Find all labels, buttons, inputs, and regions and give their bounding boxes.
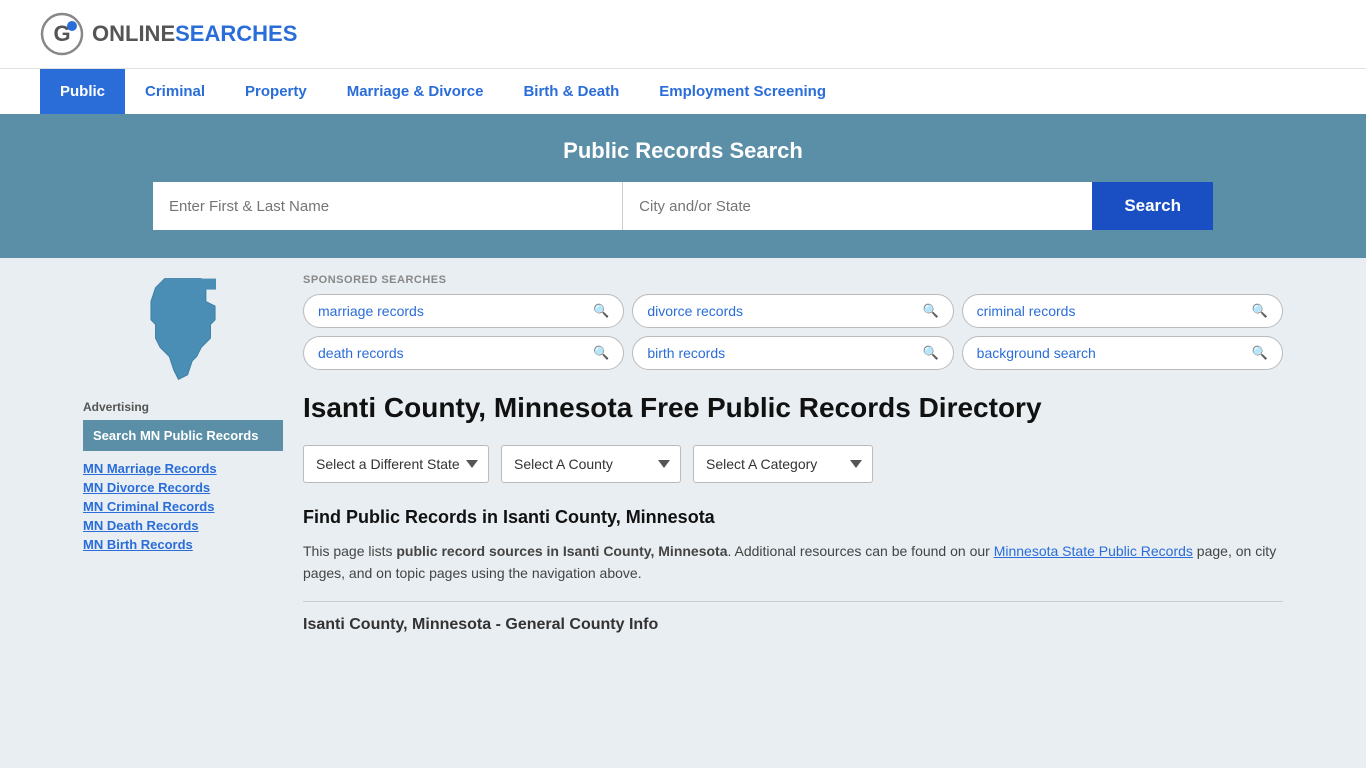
nav-item-property[interactable]: Property xyxy=(225,69,327,114)
state-dropdown[interactable]: Select a Different State xyxy=(303,445,489,483)
state-shape-container xyxy=(83,274,283,384)
sidebar-link-2[interactable]: MN Criminal Records xyxy=(83,499,283,514)
category-dropdown[interactable]: Select A Category xyxy=(693,445,873,483)
section-sub-heading: Isanti County, Minnesota - General Count… xyxy=(303,616,1283,634)
search-icon-1: 🔍 xyxy=(922,303,938,319)
logo-icon: G xyxy=(40,12,84,56)
location-input[interactable] xyxy=(623,182,1092,230)
desc-link[interactable]: Minnesota State Public Records xyxy=(994,543,1193,559)
pill-birth-records[interactable]: birth records 🔍 xyxy=(632,336,953,370)
pill-label-4: birth records xyxy=(647,345,725,361)
name-input[interactable] xyxy=(153,182,623,230)
find-heading: Find Public Records in Isanti County, Mi… xyxy=(303,507,1283,528)
sponsored-label: SPONSORED SEARCHES xyxy=(303,274,1283,286)
minnesota-shape xyxy=(133,274,233,384)
main-layout: Advertising Search MN Public Records MN … xyxy=(63,258,1303,650)
page-heading: Isanti County, Minnesota Free Public Rec… xyxy=(303,390,1283,425)
search-icon-2: 🔍 xyxy=(1252,303,1268,319)
search-icon-0: 🔍 xyxy=(593,303,609,319)
nav-item-birth-death[interactable]: Birth & Death xyxy=(503,69,639,114)
pill-criminal-records[interactable]: criminal records 🔍 xyxy=(962,294,1283,328)
sidebar-link-1[interactable]: MN Divorce Records xyxy=(83,480,283,495)
main-nav: Public Criminal Property Marriage & Divo… xyxy=(0,68,1366,114)
advertising-label: Advertising xyxy=(83,400,283,414)
pill-background-search[interactable]: background search 🔍 xyxy=(962,336,1283,370)
county-dropdown[interactable]: Select A County xyxy=(501,445,681,483)
pill-label-5: background search xyxy=(977,345,1096,361)
logo: G ONLINESEARCHES xyxy=(40,12,297,56)
pill-marriage-records[interactable]: marriage records 🔍 xyxy=(303,294,624,328)
sponsored-pills-grid: marriage records 🔍 divorce records 🔍 cri… xyxy=(303,294,1283,370)
pill-divorce-records[interactable]: divorce records 🔍 xyxy=(632,294,953,328)
logo-searches-text: SEARCHES xyxy=(175,21,297,46)
hero-title: Public Records Search xyxy=(40,138,1326,164)
hero-section: Public Records Search Search xyxy=(0,114,1366,258)
search-row: Search xyxy=(153,182,1213,230)
logo-online-text: ONLINE xyxy=(92,21,175,46)
pill-label-3: death records xyxy=(318,345,404,361)
pill-label-2: criminal records xyxy=(977,303,1076,319)
nav-item-public[interactable]: Public xyxy=(40,69,125,114)
desc-before: This page lists xyxy=(303,543,396,559)
search-icon-3: 🔍 xyxy=(593,345,609,361)
search-icon-4: 🔍 xyxy=(922,345,938,361)
sidebar-link-4[interactable]: MN Birth Records xyxy=(83,537,283,552)
nav-item-criminal[interactable]: Criminal xyxy=(125,69,225,114)
header: G ONLINESEARCHES xyxy=(0,0,1366,68)
sidebar: Advertising Search MN Public Records MN … xyxy=(83,274,283,634)
desc-bold: public record sources in Isanti County, … xyxy=(396,543,727,559)
sidebar-link-0[interactable]: MN Marriage Records xyxy=(83,461,283,476)
nav-item-marriage-divorce[interactable]: Marriage & Divorce xyxy=(327,69,504,114)
pill-label-0: marriage records xyxy=(318,303,424,319)
main-content: SPONSORED SEARCHES marriage records 🔍 di… xyxy=(303,274,1283,634)
desc-after: . Additional resources can be found on o… xyxy=(728,543,994,559)
nav-item-employment[interactable]: Employment Screening xyxy=(639,69,846,114)
search-icon-5: 🔍 xyxy=(1252,345,1268,361)
sidebar-ad-box[interactable]: Search MN Public Records xyxy=(83,420,283,451)
description-text: This page lists public record sources in… xyxy=(303,540,1283,585)
section-divider xyxy=(303,601,1283,602)
pill-label-1: divorce records xyxy=(647,303,743,319)
dropdown-row: Select a Different State Select A County… xyxy=(303,445,1283,483)
search-button[interactable]: Search xyxy=(1092,182,1213,230)
pill-death-records[interactable]: death records 🔍 xyxy=(303,336,624,370)
sidebar-link-3[interactable]: MN Death Records xyxy=(83,518,283,533)
